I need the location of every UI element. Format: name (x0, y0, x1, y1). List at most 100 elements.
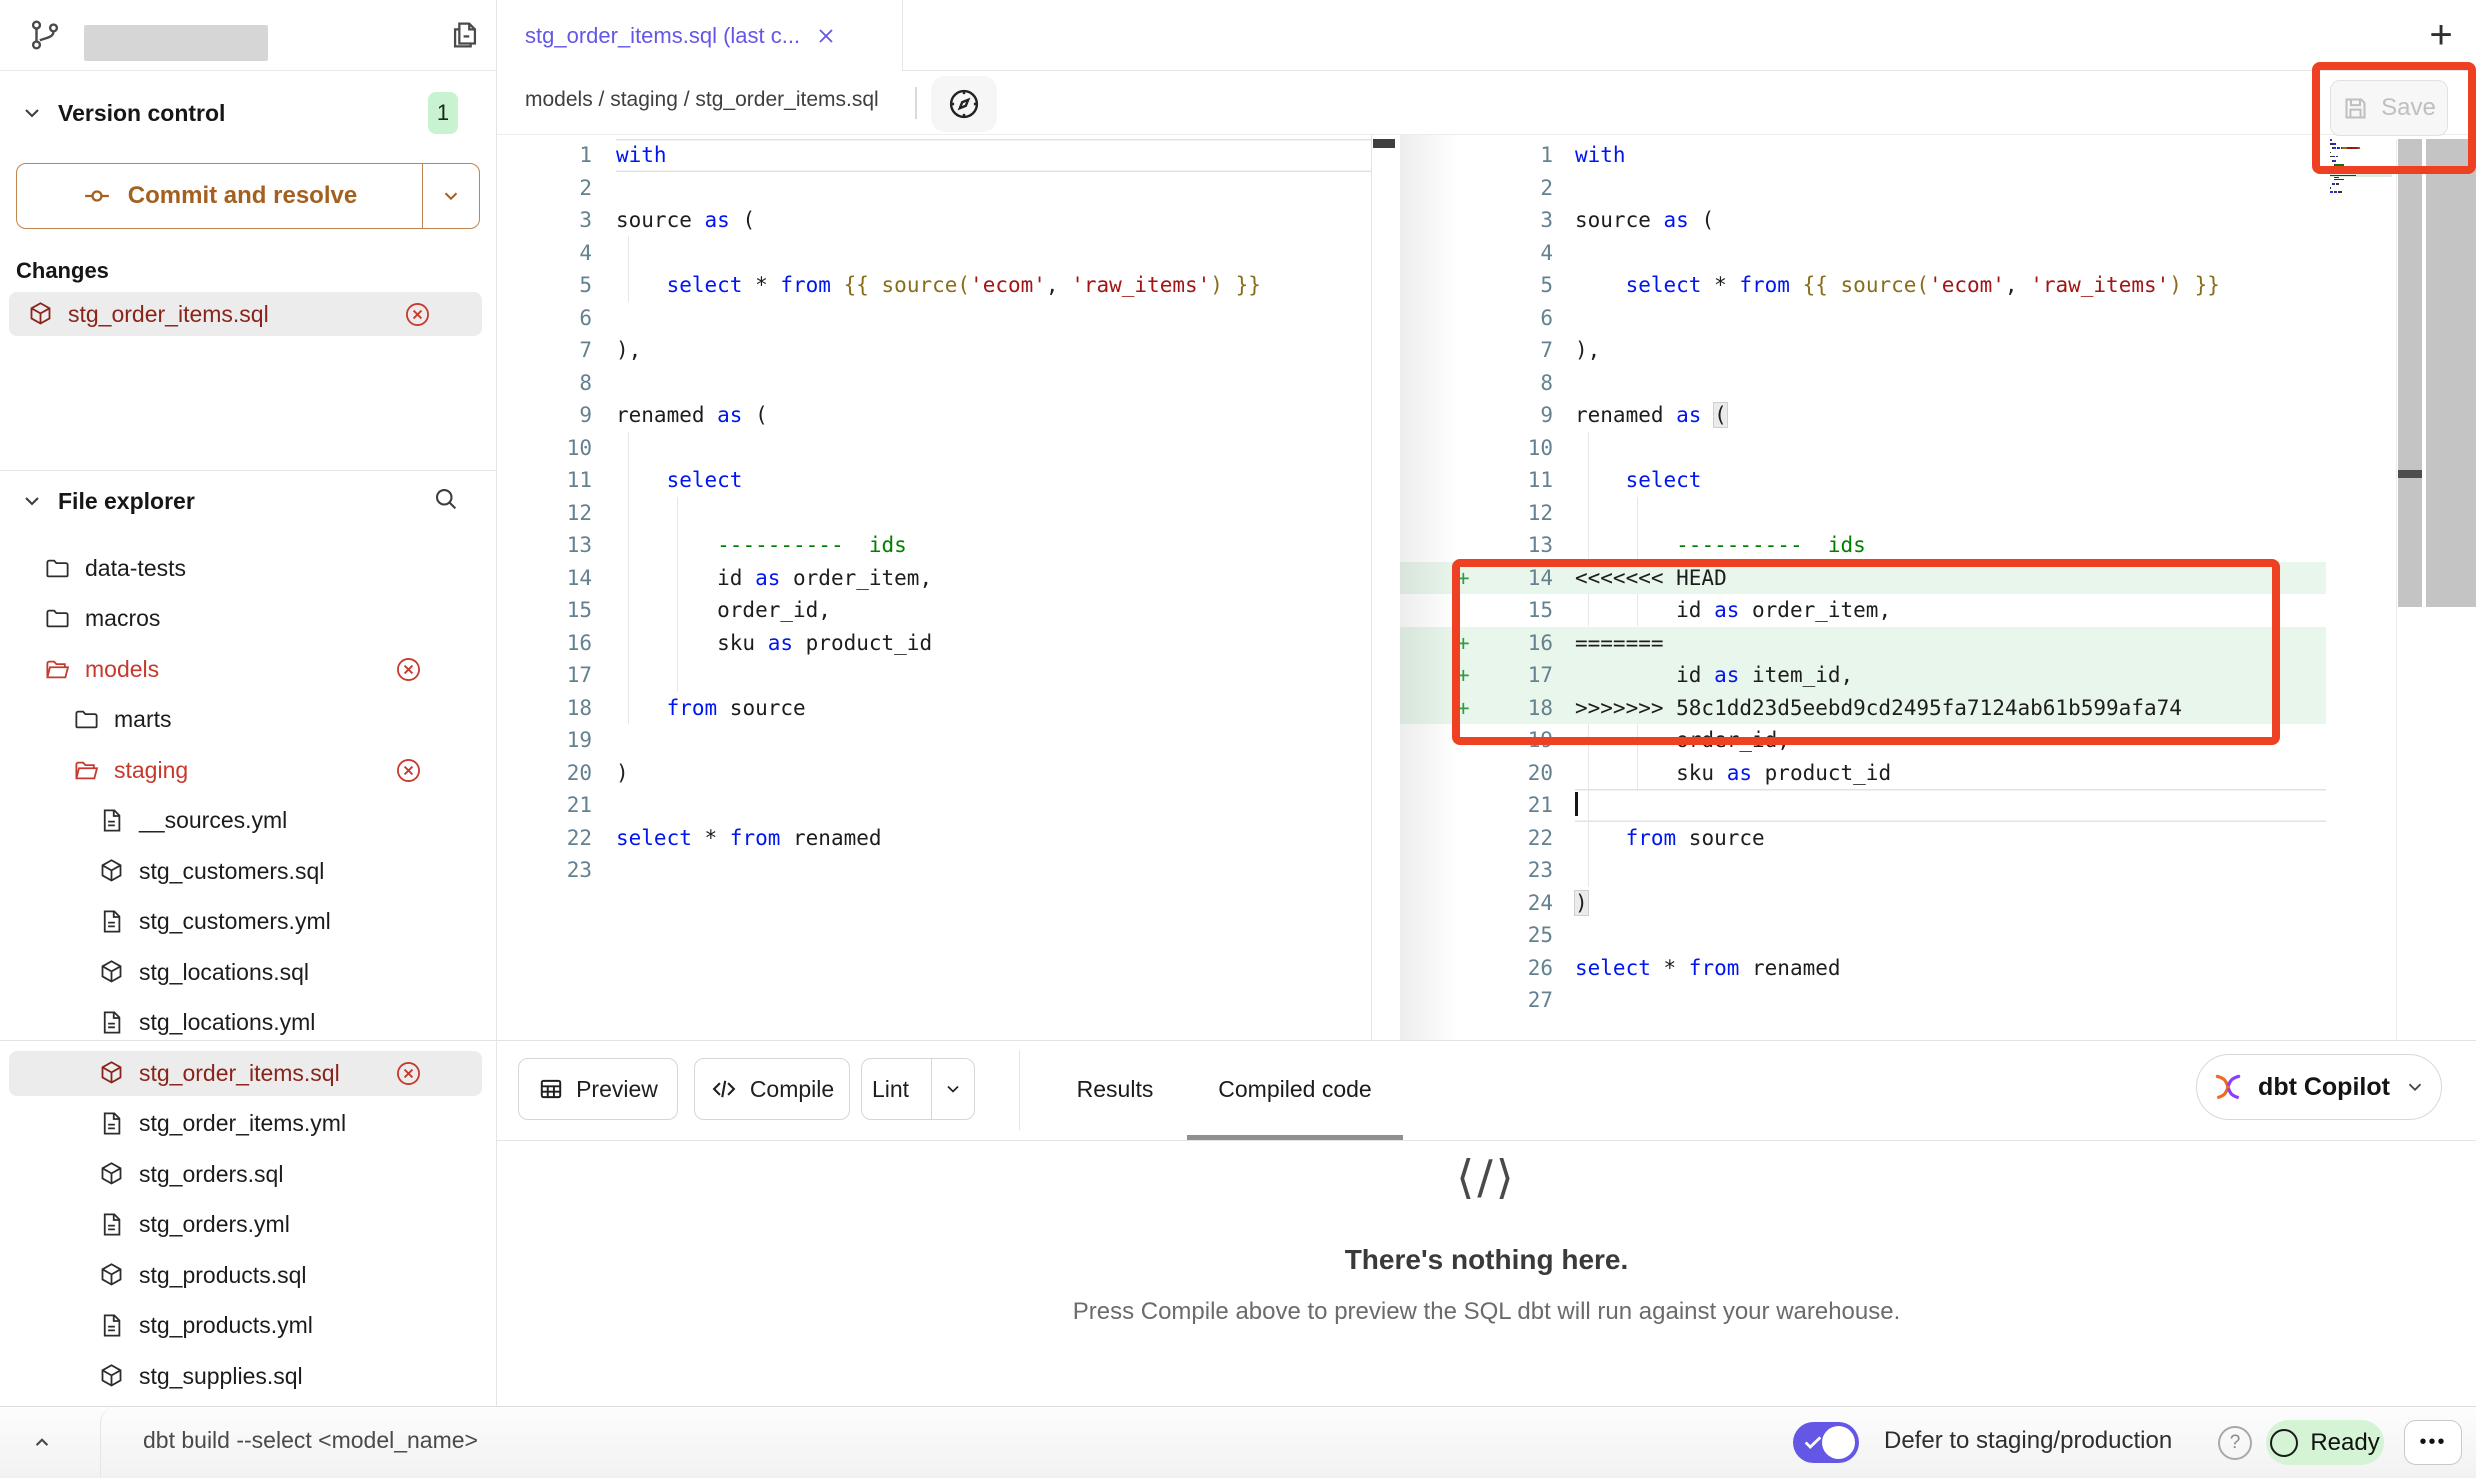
code-text[interactable]: order_id, (616, 594, 1371, 627)
editor-line[interactable]: 1with (1400, 139, 2326, 172)
lineage-button[interactable] (931, 76, 997, 132)
code-text[interactable]: >>>>>>> 58c1dd23d5eebd9cd2495fa7124ab61b… (1575, 692, 2326, 725)
code-text[interactable]: source as ( (1575, 204, 2326, 237)
editor-line[interactable]: +14<<<<<<< HEAD (1400, 562, 2326, 595)
editor-line[interactable]: 22 from source (1400, 822, 2326, 855)
code-text[interactable]: renamed as ( (1575, 399, 2326, 432)
editor-line[interactable]: 3source as ( (497, 204, 1371, 237)
editor-pane-modified[interactable]: 1with23source as (45 select * from {{ so… (1400, 139, 2326, 1017)
code-text[interactable]: with (1575, 139, 2326, 172)
version-control-header[interactable]: Version control 1 (20, 92, 477, 134)
code-text[interactable] (616, 724, 1371, 757)
code-text[interactable]: ---------- ids (616, 529, 1371, 562)
code-text[interactable] (616, 854, 1371, 887)
minimap[interactable] (2330, 139, 2392, 196)
discard-change-icon[interactable] (395, 1060, 422, 1087)
editor-line[interactable]: 19 (497, 724, 1371, 757)
file-row[interactable]: marts (0, 695, 497, 746)
code-text[interactable]: source as ( (616, 204, 1371, 237)
code-text[interactable]: id as order_item, (1575, 594, 2326, 627)
discard-change-icon[interactable] (395, 757, 422, 784)
editor-line[interactable]: 23 (497, 854, 1371, 887)
file-row[interactable]: data-tests (0, 543, 497, 594)
editor-line[interactable]: +17 id as item_id, (1400, 659, 2326, 692)
editor-line[interactable]: 25 (1400, 919, 2326, 952)
code-text[interactable]: select (616, 464, 1371, 497)
editor-line[interactable]: 10 (1400, 432, 2326, 465)
editor-line[interactable]: 6 (497, 302, 1371, 335)
editor-line[interactable]: +18>>>>>>> 58c1dd23d5eebd9cd2495fa7124ab… (1400, 692, 2326, 725)
file-row[interactable]: stg_order_items.yml (0, 1099, 497, 1150)
file-row[interactable]: macros (0, 594, 497, 645)
tab-stg-order-items[interactable]: stg_order_items.sql (last c... (497, 0, 903, 71)
code-text[interactable]: from source (1575, 822, 2326, 855)
editor-line[interactable]: 7), (497, 334, 1371, 367)
tab-results[interactable]: Results (1060, 1058, 1170, 1120)
code-text[interactable]: id as order_item, (616, 562, 1371, 595)
code-text[interactable]: ) (616, 757, 1371, 790)
file-row[interactable]: __sources.yml (0, 796, 497, 847)
editor-line[interactable]: 9renamed as ( (497, 399, 1371, 432)
code-text[interactable] (1575, 172, 2326, 205)
editor-line[interactable]: 22select * from renamed (497, 822, 1371, 855)
more-options-button[interactable]: ••• (2404, 1420, 2462, 1465)
code-text[interactable]: ), (1575, 334, 2326, 367)
editor-line[interactable]: 3source as ( (1400, 204, 2326, 237)
code-text[interactable]: select * from {{ source('ecom', 'raw_ite… (616, 269, 1371, 302)
code-text[interactable]: ---------- ids (1575, 529, 2326, 562)
code-text[interactable]: with (616, 139, 1371, 172)
editor-line[interactable]: 6 (1400, 302, 2326, 335)
code-text[interactable] (1575, 984, 2326, 1017)
file-row[interactable]: models (0, 644, 497, 695)
compile-button[interactable]: Compile (694, 1058, 850, 1120)
code-text[interactable] (1575, 237, 2326, 270)
file-row[interactable]: stg_customers.yml (0, 897, 497, 948)
code-text[interactable]: id as item_id, (1575, 659, 2326, 692)
preview-button[interactable]: Preview (518, 1058, 678, 1120)
editor-line[interactable]: 12 (1400, 497, 2326, 530)
code-text[interactable] (1575, 497, 2326, 530)
file-row[interactable]: stg_customers.sql (0, 846, 497, 897)
editor-line[interactable]: 20) (497, 757, 1371, 790)
code-text[interactable] (616, 367, 1371, 400)
pane-divider[interactable] (1371, 135, 1372, 1040)
close-icon[interactable] (814, 24, 838, 48)
code-text[interactable] (1575, 302, 2326, 335)
code-text[interactable]: sku as product_id (616, 627, 1371, 660)
editor-line[interactable]: 21 (1400, 789, 2326, 822)
editor-line[interactable]: 1with (497, 139, 1371, 172)
code-text[interactable]: ) (1575, 887, 2326, 920)
editor-line[interactable]: 9renamed as ( (1400, 399, 2326, 432)
editor-line[interactable]: 20 sku as product_id (1400, 757, 2326, 790)
code-text[interactable] (1575, 854, 2326, 887)
discard-change-icon[interactable] (395, 656, 422, 683)
file-explorer-header[interactable]: File explorer (20, 483, 477, 519)
lint-button[interactable]: Lint (861, 1058, 975, 1120)
file-row[interactable]: stg_locations.sql (0, 947, 497, 998)
file-row[interactable]: stg_orders.sql (0, 1149, 497, 1200)
commit-and-resolve-button[interactable]: Commit and resolve (16, 163, 480, 229)
editor-line[interactable]: 19 order_id, (1400, 724, 2326, 757)
overview-ruler[interactable] (2426, 139, 2476, 607)
code-text[interactable]: select * from renamed (616, 822, 1371, 855)
code-text[interactable]: from source (616, 692, 1371, 725)
file-row[interactable]: staging (0, 745, 497, 796)
copy-icon[interactable] (448, 18, 482, 52)
code-text[interactable]: select * from {{ source('ecom', 'raw_ite… (1575, 269, 2326, 302)
file-row[interactable]: stg_products.yml (0, 1301, 497, 1352)
branch-name-placeholder[interactable] (84, 25, 268, 61)
commit-options-dropdown[interactable] (422, 164, 479, 228)
command-input[interactable]: dbt build --select <model_name> (143, 1427, 478, 1454)
new-tab-button[interactable]: + (2418, 12, 2464, 58)
file-row[interactable]: stg_order_items.sql (0, 1048, 497, 1099)
editor-line[interactable]: 2 (1400, 172, 2326, 205)
collapse-chevron-icon[interactable] (22, 1425, 62, 1461)
editor-line[interactable]: 24) (1400, 887, 2326, 920)
file-row[interactable]: stg_supplies.sql (0, 1351, 497, 1402)
editor-line[interactable]: 8 (1400, 367, 2326, 400)
changed-file-row[interactable]: stg_order_items.sql (9, 292, 482, 336)
code-text[interactable]: ======= (1575, 627, 2326, 660)
code-text[interactable] (616, 497, 1371, 530)
editor-line[interactable]: 2 (497, 172, 1371, 205)
file-row[interactable]: stg_orders.yml (0, 1200, 497, 1251)
